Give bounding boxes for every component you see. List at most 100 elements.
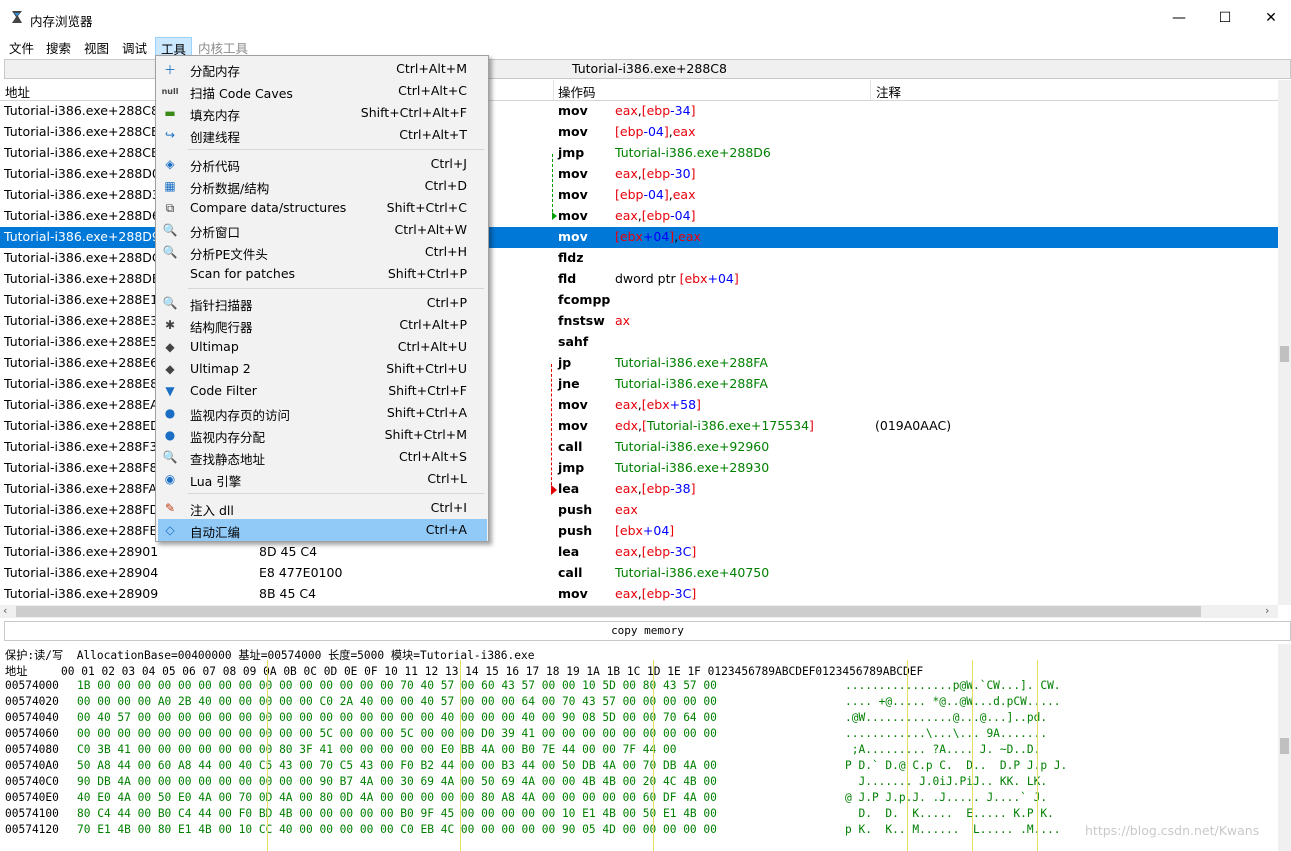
tools-menu-item[interactable]: 🔍 查找静态地址 Ctrl+Alt+S <box>158 446 487 468</box>
hex-row-bytes: 80 C4 44 00 B0 C4 44 00 F0 BD 4B 00 00 0… <box>77 807 717 820</box>
minimize-button[interactable]: — <box>1156 0 1202 36</box>
filter-icon: ▼ <box>165 384 175 398</box>
row-address: Tutorial-i386.exe+288C8 <box>4 103 159 118</box>
scroll-right-arrow-icon[interactable]: › <box>1265 604 1269 617</box>
scroll-left-arrow-icon[interactable]: ‹ <box>3 604 7 617</box>
hex-scroll-thumb[interactable] <box>1280 738 1289 754</box>
close-button[interactable]: ✕ <box>1248 0 1291 36</box>
jump-arrow-red <box>551 364 552 490</box>
column-address[interactable]: 地址 <box>5 82 30 101</box>
row-opcode: sahf <box>558 334 589 349</box>
hex-view[interactable]: 保护:读/写 AllocationBase=00400000 基址=005740… <box>0 644 1278 851</box>
row-opcode: lea <box>558 481 580 496</box>
row-opcode: lea <box>558 544 580 559</box>
menu-separator <box>188 149 484 150</box>
tools-menu-item[interactable]: 🔍 分析窗口 Ctrl+Alt+W <box>158 219 487 241</box>
tools-menu-item[interactable]: ◈ 分析代码 Ctrl+J <box>158 153 487 175</box>
row-opcode: call <box>558 565 583 580</box>
operand-token: [ebp <box>615 187 644 202</box>
fill-icon: ▬ <box>164 106 176 120</box>
tools-menu-item[interactable]: ◇ 自动汇编 Ctrl+A <box>158 519 487 541</box>
operand-token: ] <box>733 271 739 286</box>
tools-menu-item[interactable]: ● 监视内存分配 Shift+Ctrl+M <box>158 424 487 446</box>
row-operands: edx,[Tutorial-i386.exe+175534] <box>615 418 814 433</box>
row-address: Tutorial-i386.exe+288EA <box>4 397 159 412</box>
column-divider[interactable] <box>870 80 871 100</box>
tools-menu-item[interactable]: ▼ Code Filter Shift+Ctrl+F <box>158 380 487 402</box>
menu-item-label: 分析窗口 <box>190 225 241 240</box>
column-comment[interactable]: 注释 <box>876 82 901 101</box>
hex-column-divider <box>1037 660 1038 851</box>
menu-item-label: 指针扫描器 <box>190 298 253 313</box>
row-address: Tutorial-i386.exe+288E6 <box>4 355 159 370</box>
row-address: Tutorial-i386.exe+288DC <box>4 250 161 265</box>
column-opcode[interactable]: 操作码 <box>558 82 596 101</box>
plus-icon: ＋ <box>163 62 176 77</box>
operand-token: edx <box>615 418 639 433</box>
tools-menu-item[interactable]: ▬ 填充内存 Shift+Ctrl+Alt+F <box>158 102 487 124</box>
row-operands: [ebx+04],eax <box>615 229 701 244</box>
operand-token: Tutorial-i386.exe+288D6 <box>615 145 771 160</box>
tools-menu-item[interactable]: 🔍 指针扫描器 Ctrl+P <box>158 292 487 314</box>
copy-memory-bar[interactable]: copy memory <box>4 621 1291 641</box>
disassembly-row[interactable]: Tutorial-i386.exe+28904 E8 477E0100 call Tu… <box>0 563 1278 584</box>
row-opcode: call <box>558 439 583 454</box>
current-address-label: Tutorial-i386.exe+288C8 <box>572 61 727 76</box>
horizontal-scroll-thumb[interactable] <box>16 606 1201 617</box>
hex-row-bytes: 00 00 00 00 00 00 00 00 00 00 00 00 5C 0… <box>77 727 717 740</box>
menu-item-label: Lua 引擎 <box>190 474 242 489</box>
row-opcode: mov <box>558 166 588 181</box>
row-address: Tutorial-i386.exe+288D9 <box>4 229 160 244</box>
tools-menu-item[interactable]: Scan for patches Shift+Ctrl+P <box>158 263 487 285</box>
operand-token: -3C <box>670 544 692 559</box>
row-operands: eax,[ebp-3C] <box>615 586 696 601</box>
tools-menu-item[interactable]: ▦ 分析数据/结构 Ctrl+D <box>158 175 487 197</box>
operand-token: ] <box>691 544 697 559</box>
menu-file[interactable]: 文件 <box>4 37 39 56</box>
menu-view[interactable]: 视图 <box>79 37 114 56</box>
operand-token: +04 <box>642 229 670 244</box>
row-bytes: E8 477E0100 <box>259 565 343 580</box>
disassembly-row[interactable]: Tutorial-i386.exe+28909 8B 45 C4 mov eax,[e… <box>0 584 1278 605</box>
tools-menu-item[interactable]: ⧉ Compare data/structures Shift+Ctrl+C <box>158 197 487 219</box>
tools-menu-item[interactable]: ✎ 注入 dll Ctrl+I <box>158 497 487 519</box>
hex-row-address: 00574120 <box>5 823 59 836</box>
menu-item-label: 自动汇编 <box>190 525 241 540</box>
row-address: Tutorial-i386.exe+288D6 <box>4 208 160 223</box>
pe-header-icon: 🔍 <box>162 245 178 259</box>
row-address: Tutorial-i386.exe+288ED <box>4 418 160 433</box>
row-operands: Tutorial-i386.exe+288D6 <box>615 145 771 160</box>
tools-menu-item[interactable]: ◆ Ultimap 2 Shift+Ctrl+U <box>158 358 487 380</box>
tools-menu-item[interactable]: ◆ Ultimap Ctrl+Alt+U <box>158 336 487 358</box>
menu-item-label: 注入 dll <box>190 503 234 518</box>
operand-token: [ebx <box>615 229 643 244</box>
ultimap-icon: ◆ <box>165 340 175 354</box>
hex-row-ascii: ;A......... ?A.... J. ~D..D. <box>845 743 1041 756</box>
tools-menu-item[interactable]: 🔍 分析PE文件头 Ctrl+H <box>158 241 487 263</box>
menu-kernel-tools[interactable]: 内核工具 <box>193 37 253 56</box>
menu-debug[interactable]: 调试 <box>117 37 152 56</box>
hex-row-address: 00574020 <box>5 695 59 708</box>
tools-menu-item[interactable]: ● 监视内存页的访问 Shift+Ctrl+A <box>158 402 487 424</box>
menu-tools[interactable]: 工具 <box>155 37 193 57</box>
hex-column-divider <box>972 660 973 851</box>
column-divider[interactable] <box>553 80 554 100</box>
disassembly-row[interactable]: Tutorial-i386.exe+28901 8D 45 C4 lea eax,[e… <box>0 542 1278 563</box>
tools-menu-item[interactable]: ＋ 分配内存 Ctrl+Alt+M <box>158 58 487 80</box>
operand-token: [ebx <box>641 397 670 412</box>
row-opcode: mov <box>558 124 588 139</box>
tools-menu-item[interactable]: ◉ Lua 引擎 Ctrl+L <box>158 468 487 490</box>
tools-menu-item[interactable]: ↪ 创建线程 Ctrl+Alt+T <box>158 124 487 146</box>
maximize-button[interactable]: ☐ <box>1202 0 1248 36</box>
operand-token: -34 <box>670 103 691 118</box>
menu-item-shortcut: Ctrl+J <box>430 156 467 171</box>
disassembly-scroll-thumb[interactable] <box>1280 346 1289 362</box>
operand-token: +04 <box>707 271 734 286</box>
tools-menu-item[interactable]: null 扫描 Code Caves Ctrl+Alt+C <box>158 80 487 102</box>
menu-search[interactable]: 搜索 <box>41 37 76 56</box>
menu-item-shortcut: Ctrl+Alt+C <box>398 83 467 98</box>
operand-token: [ebp <box>641 481 671 496</box>
syringe-icon: ✎ <box>164 501 176 515</box>
disassembly-vertical-scrollbar[interactable] <box>1278 80 1291 605</box>
tools-menu-item[interactable]: ✱ 结构爬行器 Ctrl+Alt+P <box>158 314 487 336</box>
